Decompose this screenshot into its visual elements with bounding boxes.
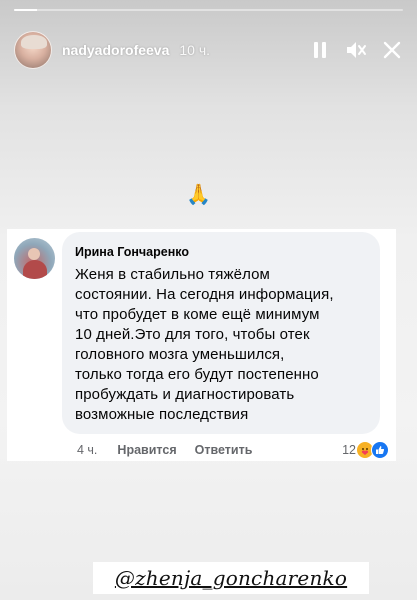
comment-screenshot: Ирина Гончаренко Женя в стабильно тяжёло… (7, 229, 396, 461)
reaction-count: 12 (342, 443, 356, 457)
username[interactable]: nadyadorofeeva (62, 42, 169, 58)
story-header: nadyadorofeeva 10 ч. (14, 30, 403, 70)
pause-icon[interactable] (309, 39, 331, 61)
story-timestamp: 10 ч. (179, 42, 211, 58)
close-icon[interactable] (381, 39, 403, 61)
comment-actions: 4 ч. Нравится Ответить 12 (77, 440, 389, 460)
mention-text: @zhenja_goncharenko (114, 566, 348, 590)
folded-hands-icon: 🙏 (186, 182, 211, 206)
story-progress-fill (14, 9, 38, 11)
story-progress-bar (14, 9, 403, 11)
comment-age: 4 ч. (77, 443, 98, 457)
reply-button[interactable]: Ответить (195, 443, 253, 457)
comment-author: Ирина Гончаренко (75, 245, 190, 259)
comment-bubble: Ирина Гончаренко Женя в стабильно тяжёло… (62, 232, 380, 434)
story-controls (309, 39, 403, 61)
avatar[interactable] (14, 31, 52, 69)
reactions-summary[interactable]: 12 (342, 441, 389, 459)
mute-icon[interactable] (345, 39, 367, 61)
commenter-avatar (14, 238, 55, 279)
like-reaction-icon (371, 441, 389, 459)
mention-sticker[interactable]: @zhenja_goncharenko (93, 562, 369, 594)
like-button[interactable]: Нравится (117, 443, 176, 457)
comment-text: Женя в стабильно тяжёлом состоянии. На с… (75, 266, 334, 423)
